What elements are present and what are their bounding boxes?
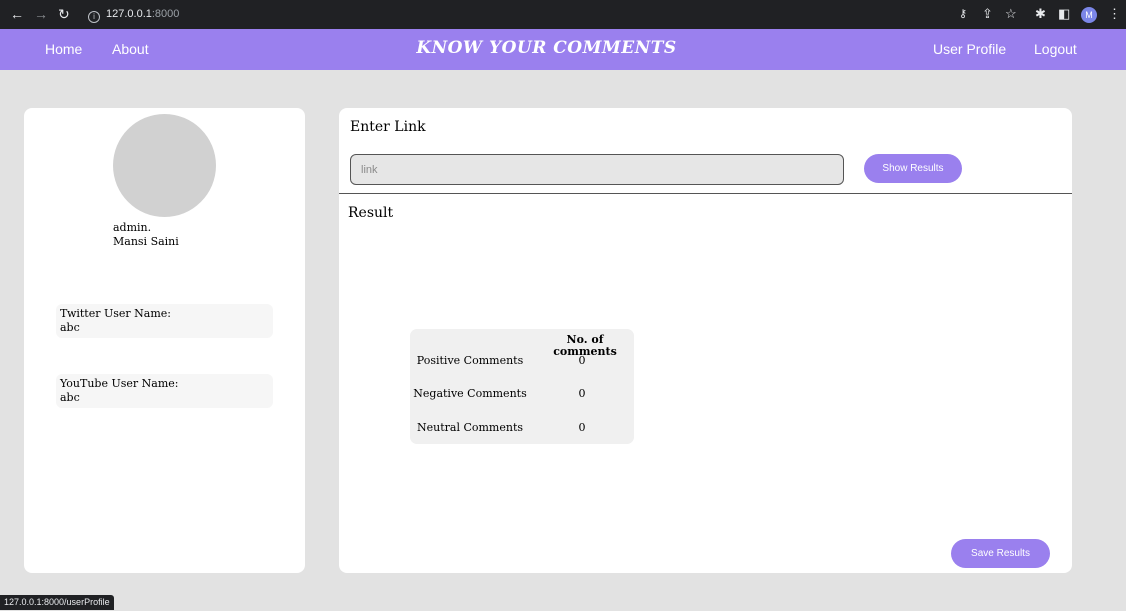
twitter-info: Twitter User Name: abc [56,304,273,338]
brand-title: KNOW YOUR COMMENTS [416,38,677,58]
status-bar-url: 127.0.0.1:8000/userProfile [0,595,114,610]
profile-picture [113,114,216,217]
forward-icon[interactable]: → [34,6,48,22]
row-positive-value: 0 [578,354,586,367]
back-icon[interactable]: ← [10,6,24,22]
extensions-icon[interactable]: ✱ [1035,6,1046,22]
info-icon[interactable]: i [88,11,100,23]
top-navbar: Home About KNOW YOUR COMMENTS User Profi… [0,29,1126,70]
browser-toolbar: ← → ↻ i 127.0.0.1:8000 ⚷ ⇪ ☆ ✱ ◧ M ⋮ [0,0,1126,29]
key-icon[interactable]: ⚷ [959,6,967,22]
profile-card: admin. Mansi Saini Twitter User Name: ab… [24,108,305,573]
row-neutral-label: Neutral Comments [416,421,524,434]
share-icon[interactable]: ⇪ [982,6,993,22]
twitter-label: Twitter User Name: [60,307,171,320]
youtube-label: YouTube User Name: [60,377,179,390]
twitter-value: abc [60,321,80,334]
address-port: :8000 [151,8,180,20]
star-icon[interactable]: ☆ [1005,6,1017,22]
nav-user-profile[interactable]: User Profile [933,41,1006,57]
row-negative-value: 0 [578,387,586,400]
youtube-info: YouTube User Name: abc [56,374,273,408]
result-title: Result [348,205,394,221]
row-neutral-value: 0 [578,421,586,434]
section-divider [339,193,1072,194]
row-negative-label: Negative Comments [413,387,527,400]
profile-username: admin. [113,221,152,234]
link-input[interactable] [350,154,844,185]
address-bar[interactable]: i 127.0.0.1:8000 [84,4,944,25]
row-positive-label: Positive Comments [416,354,524,367]
analysis-card: Enter Link Show Results Result No. of co… [339,108,1072,573]
sidebar-icon[interactable]: ◧ [1058,6,1070,22]
reload-icon[interactable]: ↻ [58,6,70,22]
results-table: No. of comments Positive Comments 0 Nega… [410,329,634,444]
youtube-value: abc [60,391,80,404]
show-results-button[interactable]: Show Results [864,154,962,183]
address-host: 127.0.0.1 [106,8,152,20]
profile-avatar[interactable]: M [1081,7,1097,23]
menu-icon[interactable]: ⋮ [1108,6,1121,22]
save-results-button[interactable]: Save Results [951,539,1050,568]
nav-logout[interactable]: Logout [1034,41,1077,57]
profile-fullname: Mansi Saini [113,235,179,248]
enter-link-title: Enter Link [350,119,426,135]
